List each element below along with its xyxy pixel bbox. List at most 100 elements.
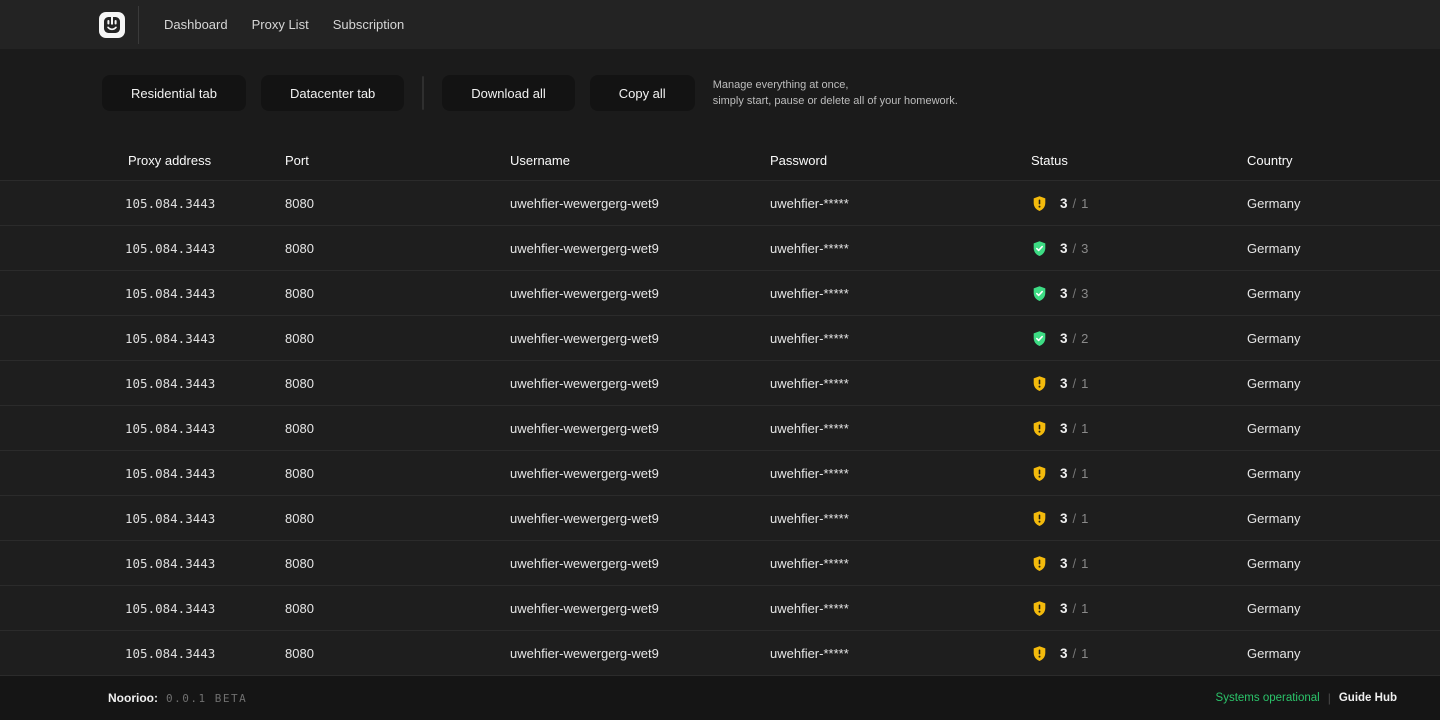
cell-port: 8080 <box>285 196 510 211</box>
cell-password: uwehfier-***** <box>770 241 1031 256</box>
noorioo-logo-icon[interactable] <box>99 12 125 38</box>
column-header-username: Username <box>510 153 770 168</box>
table-row: 105.084.3443 8080 uwehfier-wewergerg-wet… <box>0 540 1440 585</box>
shield-warning-icon <box>1031 419 1048 438</box>
status-current: 3 <box>1081 241 1088 256</box>
cell-username: uwehfier-wewergerg-wet9 <box>510 646 770 661</box>
guide-hub-link[interactable]: Guide Hub <box>1339 692 1397 704</box>
cell-password: uwehfier-***** <box>770 511 1031 526</box>
cell-proxy-address: 105.084.3443 <box>125 646 285 661</box>
cell-proxy-address: 105.084.3443 <box>125 241 285 256</box>
cell-proxy-address: 105.084.3443 <box>125 286 285 301</box>
cell-username: uwehfier-wewergerg-wet9 <box>510 286 770 301</box>
shield-warning-icon <box>1031 374 1048 393</box>
cell-country: Germany <box>1247 421 1400 436</box>
cell-status: 3 / 2 <box>1031 329 1247 348</box>
status-total: 3 <box>1060 646 1068 661</box>
cell-port: 8080 <box>285 376 510 391</box>
cell-port: 8080 <box>285 511 510 526</box>
cell-password: uwehfier-***** <box>770 376 1031 391</box>
status-total: 3 <box>1060 421 1068 436</box>
table-row: 105.084.3443 8080 uwehfier-wewergerg-wet… <box>0 180 1440 225</box>
cell-country: Germany <box>1247 331 1400 346</box>
cell-password: uwehfier-***** <box>770 601 1031 616</box>
status-separator: / <box>1073 196 1077 211</box>
cell-status: 3 / 1 <box>1031 509 1247 528</box>
cell-password: uwehfier-***** <box>770 556 1031 571</box>
cell-username: uwehfier-wewergerg-wet9 <box>510 331 770 346</box>
status-separator: / <box>1073 556 1077 571</box>
cell-status: 3 / 1 <box>1031 464 1247 483</box>
shield-warning-icon <box>1031 509 1048 528</box>
toolbar-caption: Manage everything at once, simply start,… <box>713 77 958 109</box>
cell-password: uwehfier-***** <box>770 196 1031 211</box>
cell-proxy-address: 105.084.3443 <box>125 421 285 436</box>
nav-menu: Dashboard Proxy List Subscription <box>152 11 416 38</box>
cell-password: uwehfier-***** <box>770 286 1031 301</box>
cell-port: 8080 <box>285 331 510 346</box>
table-row: 105.084.3443 8080 uwehfier-wewergerg-wet… <box>0 450 1440 495</box>
cell-country: Germany <box>1247 466 1400 481</box>
download-all-button[interactable]: Download all <box>442 75 574 111</box>
cell-password: uwehfier-***** <box>770 421 1031 436</box>
nav-item-dashboard[interactable]: Dashboard <box>152 11 240 38</box>
cell-port: 8080 <box>285 646 510 661</box>
cell-password: uwehfier-***** <box>770 646 1031 661</box>
proxy-table: Proxy address Port Username Password Sta… <box>0 140 1440 675</box>
nav-item-proxy-list[interactable]: Proxy List <box>240 11 321 38</box>
cell-username: uwehfier-wewergerg-wet9 <box>510 421 770 436</box>
cell-username: uwehfier-wewergerg-wet9 <box>510 466 770 481</box>
column-header-country: Country <box>1247 153 1400 168</box>
cell-port: 8080 <box>285 286 510 301</box>
column-header-status: Status <box>1031 153 1247 168</box>
cell-proxy-address: 105.084.3443 <box>125 466 285 481</box>
status-total: 3 <box>1060 601 1068 616</box>
table-row: 105.084.3443 8080 uwehfier-wewergerg-wet… <box>0 405 1440 450</box>
shield-warning-icon <box>1031 599 1048 618</box>
toolbar-caption-line1: Manage everything at once, <box>713 77 958 93</box>
cell-username: uwehfier-wewergerg-wet9 <box>510 511 770 526</box>
cell-status: 3 / 1 <box>1031 374 1247 393</box>
cell-username: uwehfier-wewergerg-wet9 <box>510 376 770 391</box>
copy-all-button[interactable]: Copy all <box>590 75 695 111</box>
status-current: 1 <box>1081 646 1088 661</box>
shield-check-icon <box>1031 329 1048 348</box>
column-header-proxy-address: Proxy address <box>128 153 285 168</box>
cell-status: 3 / 1 <box>1031 554 1247 573</box>
table-row: 105.084.3443 8080 uwehfier-wewergerg-wet… <box>0 360 1440 405</box>
table-row: 105.084.3443 8080 uwehfier-wewergerg-wet… <box>0 315 1440 360</box>
cell-username: uwehfier-wewergerg-wet9 <box>510 601 770 616</box>
status-current: 1 <box>1081 601 1088 616</box>
footer-bar: Noorioo: 0.0.1 BETA Systems operational … <box>0 675 1440 720</box>
status-total: 3 <box>1060 286 1068 301</box>
datacenter-tab-button[interactable]: Datacenter tab <box>261 75 404 111</box>
cell-password: uwehfier-***** <box>770 331 1031 346</box>
status-separator: / <box>1073 241 1077 256</box>
systems-operational-link[interactable]: Systems operational <box>1216 692 1320 704</box>
status-total: 3 <box>1060 556 1068 571</box>
table-row: 105.084.3443 8080 uwehfier-wewergerg-wet… <box>0 225 1440 270</box>
column-header-port: Port <box>285 153 510 168</box>
cell-status: 3 / 1 <box>1031 599 1247 618</box>
status-separator: / <box>1073 601 1077 616</box>
status-total: 3 <box>1060 196 1068 211</box>
residential-tab-button[interactable]: Residential tab <box>102 75 246 111</box>
nav-item-subscription[interactable]: Subscription <box>321 11 417 38</box>
shield-warning-icon <box>1031 554 1048 573</box>
table-body: 105.084.3443 8080 uwehfier-wewergerg-wet… <box>0 180 1440 675</box>
status-current: 2 <box>1081 331 1088 346</box>
status-total: 3 <box>1060 511 1068 526</box>
status-current: 1 <box>1081 466 1088 481</box>
status-current: 3 <box>1081 286 1088 301</box>
footer-version-label: 0.0.1 BETA <box>166 692 247 705</box>
status-current: 1 <box>1081 376 1088 391</box>
toolbar-caption-line2: simply start, pause or delete all of you… <box>713 93 958 109</box>
cell-country: Germany <box>1247 376 1400 391</box>
cell-proxy-address: 105.084.3443 <box>125 331 285 346</box>
status-separator: / <box>1073 646 1077 661</box>
status-total: 3 <box>1060 241 1068 256</box>
cell-country: Germany <box>1247 511 1400 526</box>
cell-password: uwehfier-***** <box>770 466 1031 481</box>
status-total: 3 <box>1060 331 1068 346</box>
shield-warning-icon <box>1031 194 1048 213</box>
